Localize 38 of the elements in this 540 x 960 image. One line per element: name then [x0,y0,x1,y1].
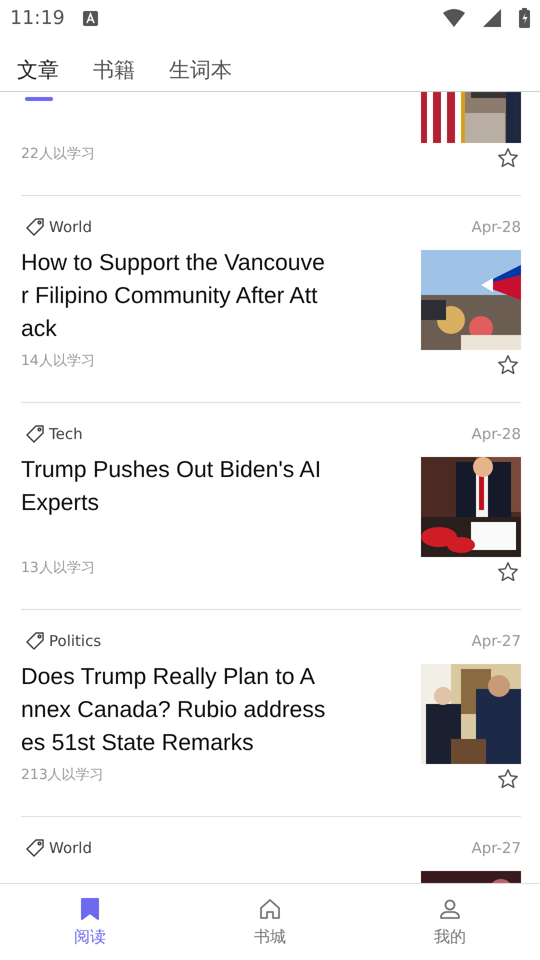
tag-icon [25,838,45,858]
tab-indicator [25,97,53,101]
user-icon [438,896,462,920]
signal-icon [483,9,501,27]
star-icon[interactable] [497,147,519,169]
category-tag: World [49,218,92,236]
article-title[interactable]: Does Trump Really Plan to Annex Canada? Rubio addresses 51st State Remarks [21,660,326,759]
article-title[interactable]: How to Support the Vancouver Filipino Community After Attack [21,246,326,345]
star-icon[interactable] [497,561,519,583]
learner-count: 13人以学习 [21,559,96,577]
tag-icon [25,217,45,237]
wifi-icon [443,9,465,27]
tab[interactable]: 书籍 [93,36,135,91]
tag-icon [25,424,45,444]
status-time: 11:19 [10,7,65,29]
article-title[interactable]: Trump Pushes Out Biden's AI Experts [21,453,326,519]
category-tag: Tech [49,425,83,443]
nav-tab[interactable]: 我的 [360,884,540,960]
article-date: Apr-27 [472,839,521,857]
learner-count: 14人以学习 [21,352,96,370]
nav-tab[interactable]: 阅读 [0,884,180,960]
home-icon [258,896,282,920]
battery-icon [519,8,530,28]
tab[interactable]: 生词本 [169,36,232,91]
article-date: Apr-28 [472,425,521,443]
bookmark-icon [80,896,100,920]
keyboard-icon [82,10,98,26]
star-icon[interactable] [497,768,519,790]
category-tag: Politics [49,632,102,650]
tag-icon [25,631,45,651]
tab[interactable]: 文章 [17,36,59,91]
nav-tab[interactable]: 书城 [180,884,360,960]
article-date: Apr-28 [472,218,521,236]
article-date: Apr-27 [472,632,521,650]
learner-count: 213人以学习 [21,766,105,784]
learner-count: 22人以学习 [21,145,96,163]
star-icon[interactable] [497,354,519,376]
category-tag: World [49,839,92,857]
